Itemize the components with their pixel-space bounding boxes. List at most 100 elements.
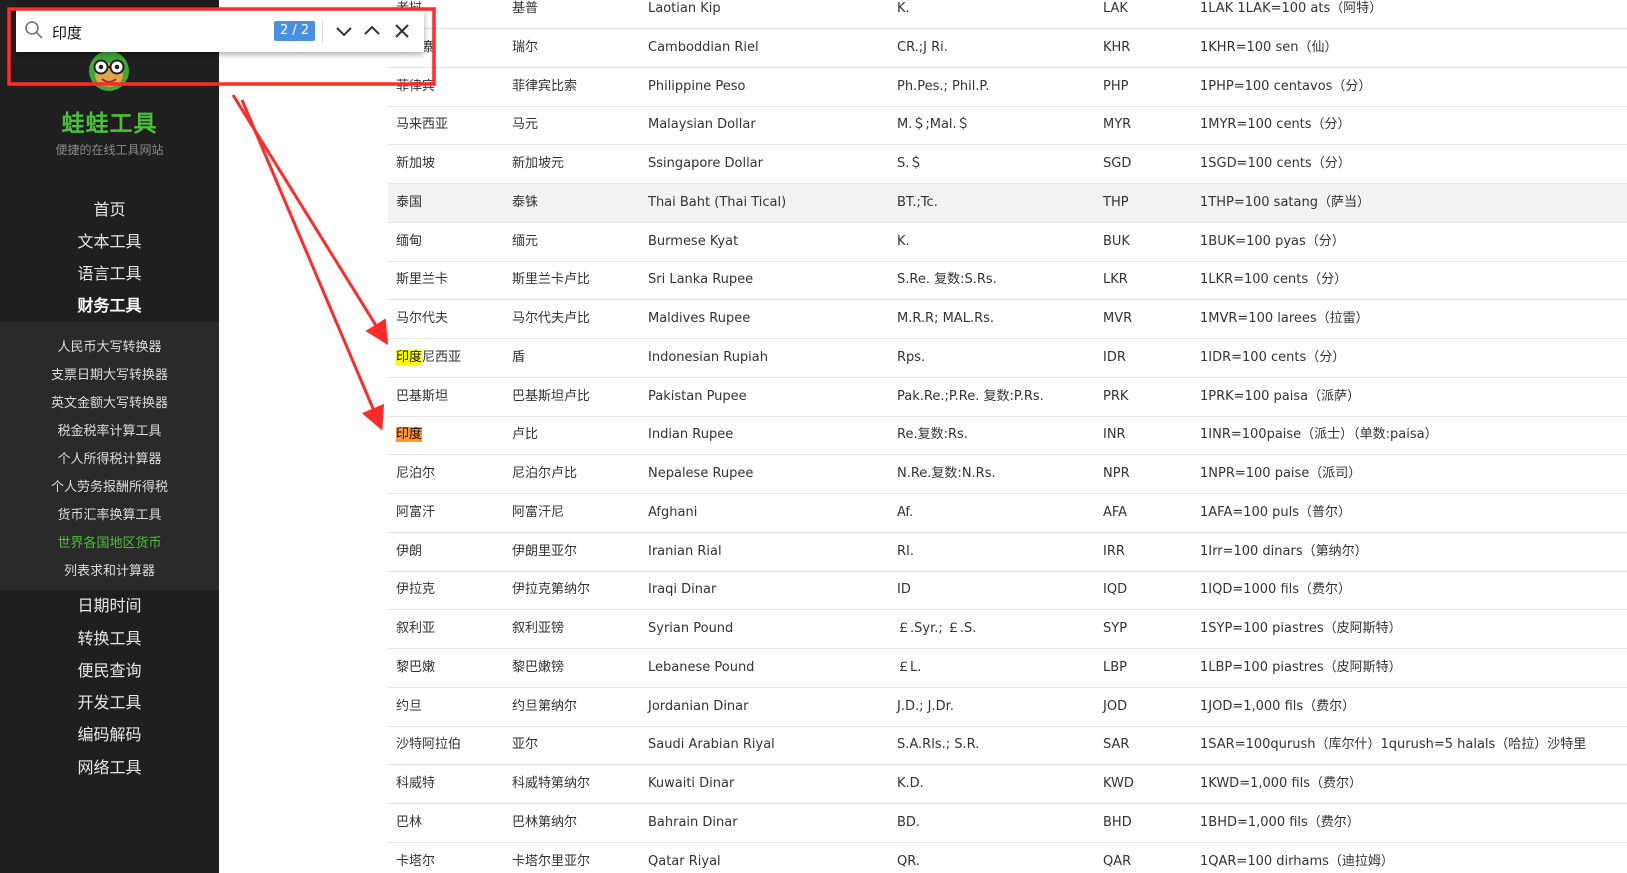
- nav-item[interactable]: 日期时间: [0, 592, 219, 616]
- table-cell: 黎巴嫩镑: [512, 659, 565, 675]
- table-cell: 1IDR=100 cents（分）: [1200, 349, 1346, 365]
- table-row: 老挝 基普 Laotian Kip K. LAK 1LAK 1LAK=100 ats（阿特…: [388, 0, 1627, 29]
- nav-item[interactable]: 首页: [0, 196, 219, 220]
- table-cell: Camboddian Riel: [648, 39, 759, 55]
- table-cell: 1SAR=100qurush（库尔什）1qurush=5 halals（哈拉）沙…: [1200, 737, 1587, 753]
- table-cell: 1MVR=100 larees（拉雷）: [1200, 311, 1369, 326]
- table-cell: Jordanian Dinar: [648, 698, 749, 714]
- subnav-item[interactable]: 支票日期大写转换器: [0, 364, 219, 383]
- table-cell: 马元: [512, 117, 539, 133]
- table-cell: 1MYR=100 cents（分）: [1200, 117, 1351, 133]
- table-cell: LBP: [1103, 659, 1128, 675]
- table-cell: 巴基斯坦卢比: [512, 388, 591, 404]
- table-cell: Afghani: [648, 504, 698, 520]
- table-cell: MYR: [1103, 117, 1132, 133]
- table-cell: Burmese Kyat: [648, 233, 739, 249]
- table-row: 卡塔尔 卡塔尔里亚尔 Qatar Riyal QR. QAR 1QAR=100 dirha…: [388, 843, 1627, 873]
- table-cell: JOD: [1103, 698, 1128, 714]
- table-row: 印度 卢比 Indian Rupee Re.复数:Rs. INR 1INR=100pais…: [388, 416, 1627, 456]
- table-cell: 1Irr=100 dinars（第纳尔）: [1200, 543, 1368, 559]
- table-row: 叙利亚 叙利亚镑 Syrian Pound ￡.Syr.; ￡.S. SYP 1SYP=1…: [388, 610, 1627, 649]
- close-icon[interactable]: [390, 19, 414, 43]
- table-cell: 菲律宾: [396, 78, 436, 94]
- table-cell: KHR: [1103, 39, 1131, 55]
- sidebar: 蛙蛙工具 便捷的在线工具网站 首页文本工具语言工具财务工具 人民币大写转换器 支票…: [0, 0, 219, 873]
- table-cell: Nepalese Rupee: [648, 466, 754, 481]
- table-cell: 伊朗: [396, 543, 423, 559]
- table-cell: 1BUK=100 pyas（分）: [1200, 233, 1345, 249]
- table-cell: Ssingapore Dollar: [648, 156, 763, 171]
- table-cell: Af.: [897, 504, 914, 520]
- table-row: 缅甸 缅元 Burmese Kyat K. BUK 1BUK=100 pyas（分）: [388, 223, 1627, 262]
- chevron-down-icon[interactable]: [332, 19, 356, 43]
- table-row: 巴基斯坦 巴基斯坦卢比 Pakistan Pupee Pak.Re.;P.Re. 复数…: [388, 378, 1627, 417]
- frog-logo-icon[interactable]: [84, 50, 134, 92]
- table-cell: Sri Lanka Rupee: [648, 272, 754, 288]
- nav-item[interactable]: 便民查询: [0, 657, 219, 681]
- table-cell: INR: [1103, 427, 1126, 443]
- table-cell: QAR: [1103, 853, 1132, 869]
- table-cell: 叙利亚: [396, 621, 436, 636]
- table-cell: SYP: [1103, 621, 1128, 636]
- nav-item[interactable]: 网络工具: [0, 754, 219, 778]
- nav-item[interactable]: 转换工具: [0, 625, 219, 649]
- table-cell: 1PHP=100 centavos（分）: [1200, 78, 1372, 94]
- table-cell: 马来西亚: [396, 117, 449, 133]
- table-cell: 新加坡: [396, 156, 436, 171]
- find-input[interactable]: [50, 18, 284, 46]
- table-cell: 1PRK=100 paisa（派萨）: [1200, 388, 1361, 404]
- subnav-item[interactable]: 税金税率计算工具: [0, 420, 219, 439]
- search-icon: [25, 21, 43, 39]
- table-cell: Pak.Re.;P.Re. 复数:P.Rs.: [897, 388, 1044, 404]
- table-cell: PHP: [1103, 78, 1129, 94]
- nav-item[interactable]: 财务工具: [0, 292, 219, 316]
- subnav-item[interactable]: 个人劳务报酬所得税: [0, 476, 219, 495]
- table-cell: BT.;Tc.: [897, 194, 938, 210]
- table-cell: ￡L.: [897, 659, 922, 675]
- table-cell: 瑞尔: [512, 39, 539, 55]
- nav-item[interactable]: 开发工具: [0, 689, 219, 713]
- site-title[interactable]: 蛙蛙工具: [0, 104, 219, 138]
- table-cell: Malaysian Dollar: [648, 117, 756, 133]
- table-row: 沙特阿拉伯 亚尔 Saudi Arabian Riyal S.A.Rls.; S.R.…: [388, 726, 1627, 766]
- nav-item[interactable]: 语言工具: [0, 260, 219, 284]
- table-cell: 新加坡元: [512, 156, 565, 171]
- subnav-item[interactable]: 列表求和计算器: [0, 560, 219, 579]
- search-match-highlight: 印度: [396, 427, 423, 443]
- table-cell: Laotian Kip: [648, 1, 721, 16]
- table-cell: Indian Rupee: [648, 427, 734, 443]
- table-cell: 印度尼西亚: [396, 349, 462, 365]
- table-cell: 亚尔: [512, 737, 539, 753]
- table-cell: QR.: [897, 853, 920, 869]
- table-cell: 1THP=100 satang（萨当）: [1200, 194, 1370, 210]
- table-cell: ID: [897, 582, 911, 598]
- table-cell: 卡塔尔: [396, 853, 436, 869]
- table-cell: N.Re.复数:N.Rs.: [897, 466, 996, 481]
- table-cell: S.Re. 复数:S.Rs.: [897, 272, 997, 288]
- chevron-up-icon[interactable]: [360, 19, 384, 43]
- subnav-item[interactable]: 个人所得税计算器: [0, 448, 219, 467]
- subnav-item[interactable]: 世界各国地区货币: [0, 532, 219, 551]
- table-cell: Thai Baht (Thai Tical): [648, 194, 787, 210]
- table-cell: 1IQD=1000 fils（费尔）: [1200, 582, 1352, 598]
- table-cell: 菲律宾比索: [512, 78, 578, 94]
- table-cell: 斯里兰卡卢比: [512, 272, 591, 288]
- subnav-item[interactable]: 人民币大写转换器: [0, 336, 219, 355]
- table-cell: 1NPR=100 paise（派司）: [1200, 466, 1362, 481]
- table-row: 巴林 巴林第纳尔 Bahrain Dinar BD. BHD 1BHD=1,000 fil…: [388, 804, 1627, 843]
- subnav-item[interactable]: 英文金额大写转换器: [0, 392, 219, 411]
- nav-item[interactable]: 文本工具: [0, 228, 219, 252]
- table-cell: 叙利亚镑: [512, 621, 565, 636]
- table-cell: CR.;J Ri.: [897, 39, 948, 55]
- table-cell: M.＄;Mal.＄: [897, 117, 970, 133]
- table-cell: 卢比: [512, 427, 539, 443]
- site-subtitle: 便捷的在线工具网站: [55, 143, 164, 157]
- table-cell: 黎巴嫩: [396, 659, 436, 675]
- table-cell: M.R.R; MAL.Rs.: [897, 311, 995, 326]
- nav-item[interactable]: 编码解码: [0, 721, 219, 745]
- table-cell: Syrian Pound: [648, 621, 734, 636]
- subnav-item[interactable]: 货币汇率换算工具: [0, 504, 219, 523]
- table-cell: BD.: [897, 814, 921, 830]
- table-row: 新加坡 新加坡元 Ssingapore Dollar S.＄ SGD 1SGD=100 c…: [388, 145, 1627, 184]
- table-cell: AFA: [1103, 504, 1128, 520]
